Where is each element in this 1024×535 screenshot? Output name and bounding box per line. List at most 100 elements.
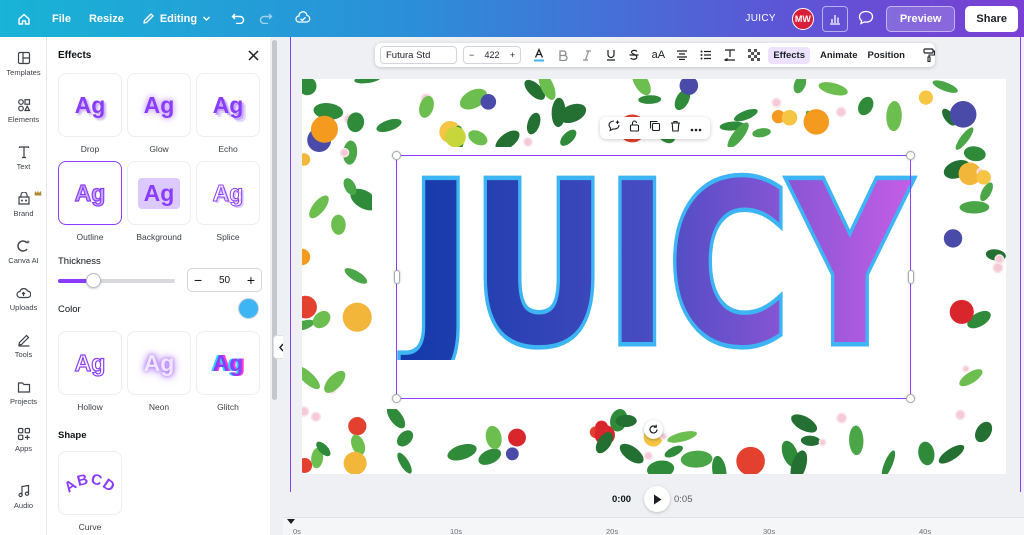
thickness-decrement-button[interactable]: −: [194, 273, 202, 287]
timeline-tick: 10s: [450, 527, 463, 535]
fruit-decoration: [803, 109, 830, 135]
fruit-decoration: [508, 428, 526, 447]
resize-handle-right[interactable]: [908, 270, 914, 284]
timeline-tick: 20s: [606, 527, 619, 535]
preview-button[interactable]: Preview: [885, 5, 956, 32]
rail-item-audio[interactable]: Audio: [0, 484, 47, 510]
cloud-save-icon[interactable]: [295, 10, 311, 27]
effect-outline[interactable]: Ag: [58, 161, 122, 225]
position-button[interactable]: Position: [867, 50, 904, 61]
shape-curve[interactable]: ABCD: [58, 451, 122, 515]
bullet-list-icon[interactable]: [700, 50, 712, 60]
thickness-value[interactable]: 50: [219, 275, 230, 286]
thickness-slider[interactable]: [58, 273, 175, 288]
effect-background[interactable]: Ag: [127, 161, 191, 225]
animate-button[interactable]: Animate: [820, 50, 857, 61]
redo-icon[interactable]: [259, 11, 273, 27]
thickness-increment-button[interactable]: +: [247, 273, 255, 287]
rail-item-tools[interactable]: Tools: [0, 333, 47, 359]
insights-button[interactable]: [821, 5, 848, 32]
resize-handle-left[interactable]: [394, 270, 400, 284]
play-icon: [653, 494, 661, 504]
home-icon[interactable]: [14, 9, 34, 29]
effect-neon[interactable]: Ag: [127, 331, 191, 395]
close-icon[interactable]: [245, 47, 261, 63]
bar-chart-icon: [829, 14, 840, 25]
fruit-decoration: [976, 170, 991, 185]
effect-echo[interactable]: Ag: [196, 73, 260, 137]
playhead[interactable]: [287, 519, 295, 524]
effect-sample: Ag: [74, 91, 106, 118]
effects-button[interactable]: Effects: [768, 46, 810, 64]
add-comment-icon[interactable]: [608, 119, 620, 137]
duplicate-icon[interactable]: [649, 119, 661, 137]
font-dropdown[interactable]: Futura Std: [380, 46, 457, 64]
undo-icon[interactable]: [231, 11, 245, 27]
effect-sample: Ag: [212, 349, 244, 376]
letter-case-button[interactable]: aA: [652, 49, 665, 61]
blossom-decoration: [994, 254, 1005, 265]
timeline-tick: 40s: [919, 527, 932, 535]
rail-item-uploads[interactable]: Uploads: [0, 286, 47, 312]
right-guide-line: [1020, 37, 1021, 492]
effect-glow[interactable]: Ag: [127, 73, 191, 137]
document-title[interactable]: JUICY: [745, 13, 775, 24]
effect-label-neon: Neon: [148, 402, 170, 412]
rotate-handle[interactable]: [644, 420, 663, 439]
rail-item-elements[interactable]: Elements: [0, 98, 47, 124]
more-options-icon[interactable]: [690, 119, 702, 137]
font-size-value[interactable]: 422: [484, 50, 499, 60]
share-button[interactable]: Share: [965, 5, 1018, 32]
avatar[interactable]: MW: [791, 7, 814, 30]
font-size-decrement[interactable]: −: [469, 50, 474, 60]
effect-hollow[interactable]: Ag: [58, 331, 122, 395]
resize-handle-bottom-right[interactable]: [906, 394, 915, 403]
trash-icon[interactable]: [670, 119, 681, 137]
rail-label-uploads: Uploads: [9, 303, 38, 312]
fruit-decoration: [949, 299, 974, 324]
outline-color-swatch[interactable]: [238, 298, 259, 319]
strikethrough-icon[interactable]: [629, 49, 641, 61]
spacing-icon[interactable]: [724, 49, 736, 61]
thickness-slider-knob[interactable]: [86, 273, 102, 288]
rail-item-canva-ai[interactable]: Canva AI: [0, 239, 47, 265]
resize-handle-top-right[interactable]: [906, 151, 915, 160]
fruit-decoration: [595, 420, 608, 434]
blossom-decoration: [962, 365, 970, 373]
italic-icon[interactable]: [581, 49, 593, 61]
editing-mode-dropdown[interactable]: Editing: [142, 12, 211, 25]
transparency-icon[interactable]: [748, 49, 761, 61]
effect-drop[interactable]: Ag: [58, 73, 122, 137]
blossom-decoration: [643, 451, 653, 461]
thickness-stepper[interactable]: − 50 +: [187, 268, 262, 292]
resize-menu[interactable]: Resize: [89, 13, 124, 25]
comment-icon[interactable]: [858, 10, 874, 28]
rail-item-text[interactable]: Text: [0, 145, 47, 171]
rail-item-templates[interactable]: Templates: [0, 51, 47, 77]
effect-sample: Ag: [143, 91, 175, 118]
underline-icon[interactable]: [605, 49, 617, 61]
paint-roller-icon[interactable]: [923, 48, 935, 62]
font-size-stepper[interactable]: − 422 +: [462, 46, 522, 64]
file-menu[interactable]: File: [52, 13, 71, 25]
unlock-icon[interactable]: [629, 119, 640, 137]
rail-item-brand[interactable]: Brand: [0, 190, 47, 218]
play-button[interactable]: [644, 486, 670, 512]
resize-handle-top-left[interactable]: [392, 151, 401, 160]
timeline[interactable]: 0s 10s 20s 30s 40s: [283, 517, 1024, 535]
font-size-increment[interactable]: +: [510, 50, 515, 60]
effect-splice[interactable]: Ag: [196, 161, 260, 225]
effect-glitch[interactable]: Ag: [196, 331, 260, 395]
resize-handle-bottom-left[interactable]: [392, 394, 401, 403]
rail-item-projects[interactable]: Projects: [0, 380, 47, 406]
rail-label-apps: Apps: [14, 444, 33, 453]
blossom-decoration: [302, 405, 310, 417]
align-center-icon[interactable]: [676, 50, 688, 60]
fruit-decoration: [343, 451, 367, 474]
rail-item-apps[interactable]: Apps: [0, 427, 47, 453]
bold-icon[interactable]: [557, 49, 569, 61]
effect-sample: Ag: [74, 179, 106, 206]
effect-sample: Ag: [137, 177, 181, 209]
text-color-icon[interactable]: [533, 48, 545, 62]
shape-label-curve: Curve: [78, 522, 102, 532]
